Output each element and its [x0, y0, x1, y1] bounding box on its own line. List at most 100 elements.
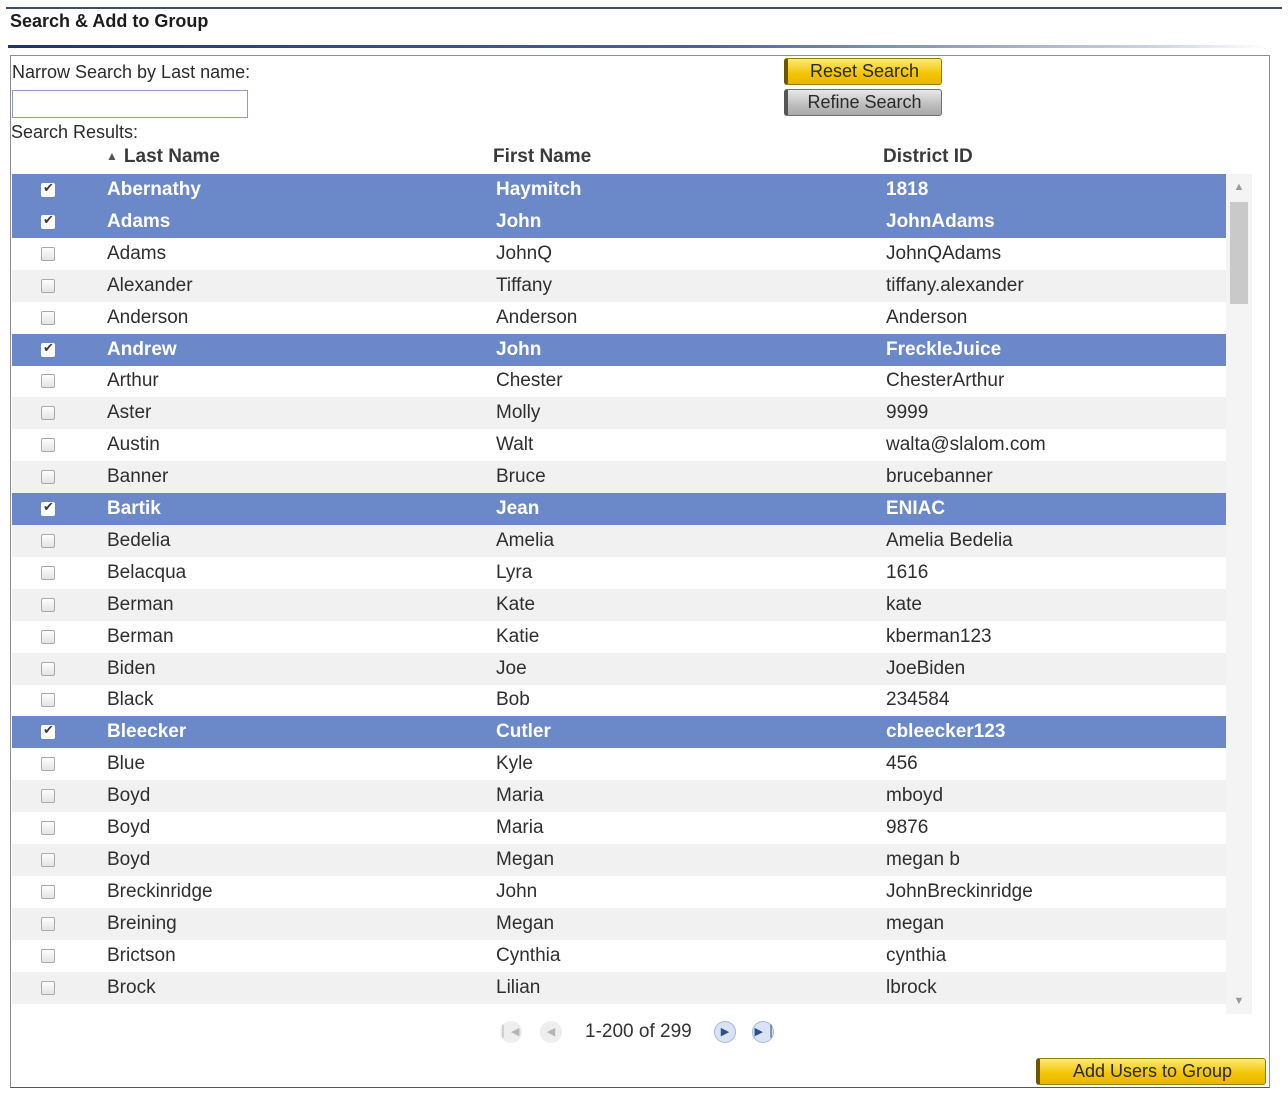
scroll-thumb[interactable]: [1230, 202, 1248, 304]
table-row[interactable]: Breckinridge John JohnBreckinridge: [12, 876, 1226, 908]
cell-first-name: Haymitch: [496, 179, 582, 200]
table-row[interactable]: Black Bob 234584: [12, 684, 1226, 716]
row-checkbox[interactable]: [41, 821, 55, 835]
column-header-last-name-label: Last Name: [123, 146, 220, 167]
column-header-first-name[interactable]: First Name: [493, 146, 591, 168]
table-row[interactable]: Boyd Maria 9876: [12, 812, 1226, 844]
cell-district-id: kberman123: [886, 626, 992, 647]
row-checkbox[interactable]: ✔: [41, 180, 55, 197]
row-checkbox[interactable]: [41, 598, 55, 612]
cell-district-id: JohnQAdams: [886, 243, 1002, 264]
search-results-label: Search Results:: [11, 122, 139, 142]
cell-last-name: Black: [107, 689, 154, 710]
cell-last-name: Boyd: [107, 785, 151, 806]
cell-first-name: Amelia: [496, 530, 555, 551]
table-row[interactable]: Blue Kyle 456: [12, 748, 1226, 780]
cell-first-name: Maria: [496, 817, 544, 838]
last-page-icon[interactable]: ▶▕: [752, 1021, 774, 1043]
row-checkbox[interactable]: [41, 438, 55, 452]
table-row[interactable]: Boyd Megan megan b: [12, 844, 1226, 876]
table-row[interactable]: ✔ Bleecker Cutler cbleecker123: [12, 716, 1252, 748]
pager-range: 1-200 of 299: [585, 1021, 692, 1042]
refine-search-button[interactable]: Refine Search: [784, 89, 942, 116]
cell-last-name: Brictson: [107, 945, 176, 966]
row-checkbox[interactable]: [41, 662, 55, 676]
table-row[interactable]: ✔ Abernathy Haymitch 1818: [12, 174, 1252, 206]
row-checkbox[interactable]: [41, 470, 55, 484]
table-row[interactable]: Adams JohnQ JohnQAdams: [12, 238, 1226, 270]
grid-scrollbar[interactable]: ▲ ▼: [1226, 174, 1252, 1014]
row-checkbox[interactable]: ✔: [41, 722, 55, 739]
table-row[interactable]: Boyd Maria mboyd: [12, 780, 1226, 812]
row-checkbox[interactable]: ✔: [41, 340, 55, 357]
cell-district-id: JohnBreckinridge: [886, 881, 1033, 902]
scroll-down-icon[interactable]: ▼: [1226, 990, 1252, 1012]
table-row[interactable]: Brock Lilian lbrock: [12, 972, 1226, 1004]
table-row[interactable]: Aster Molly 9999: [12, 397, 1226, 429]
table-row[interactable]: Banner Bruce brucebanner: [12, 461, 1226, 493]
cell-last-name: Aster: [107, 402, 152, 423]
cell-last-name: Berman: [107, 594, 174, 615]
table-row[interactable]: Breining Megan megan: [12, 908, 1226, 940]
cell-district-id: 1818: [886, 179, 929, 200]
table-row[interactable]: Berman Kate kate: [12, 589, 1226, 621]
narrow-search-label: Narrow Search by Last name:: [12, 62, 251, 82]
cell-district-id: 9876: [886, 817, 929, 838]
cell-district-id: megan: [886, 913, 945, 934]
cell-last-name: Anderson: [107, 307, 189, 328]
row-checkbox[interactable]: [41, 693, 55, 707]
row-checkbox[interactable]: [41, 789, 55, 803]
scroll-up-icon[interactable]: ▲: [1226, 176, 1252, 198]
row-checkbox[interactable]: [41, 885, 55, 899]
row-checkbox[interactable]: [41, 917, 55, 931]
table-row[interactable]: Anderson Anderson Anderson: [12, 302, 1226, 334]
next-page-icon[interactable]: ▶: [714, 1021, 736, 1043]
row-checkbox[interactable]: [41, 279, 55, 293]
previous-page-icon[interactable]: ◀: [540, 1021, 562, 1043]
table-row[interactable]: ✔ Adams John JohnAdams: [12, 206, 1252, 238]
table-row[interactable]: Berman Katie kberman123: [12, 621, 1226, 653]
column-header-district-id[interactable]: District ID: [883, 146, 973, 168]
row-checkbox[interactable]: [41, 311, 55, 325]
add-users-to-group-button[interactable]: Add Users to Group: [1036, 1058, 1266, 1085]
first-page-icon[interactable]: ▏◀: [500, 1021, 522, 1043]
row-checkbox[interactable]: [41, 757, 55, 771]
cell-first-name: Kyle: [496, 753, 533, 774]
row-checkbox[interactable]: [41, 853, 55, 867]
row-checkbox[interactable]: [41, 374, 55, 388]
row-checkbox[interactable]: [41, 981, 55, 995]
row-checkbox[interactable]: [41, 566, 55, 580]
row-checkbox[interactable]: [41, 949, 55, 963]
column-header-last-name[interactable]: ▲ Last Name: [106, 146, 220, 168]
last-name-search-input[interactable]: [12, 90, 248, 118]
cell-last-name: Brock: [107, 977, 156, 998]
cell-district-id: 1616: [886, 562, 929, 583]
row-checkbox[interactable]: [41, 406, 55, 420]
row-checkbox[interactable]: ✔: [41, 499, 55, 516]
cell-first-name: Jean: [496, 498, 540, 519]
table-row[interactable]: ✔ Andrew John FreckleJuice: [12, 334, 1252, 366]
cell-last-name: Bartik: [107, 498, 161, 519]
table-row[interactable]: Belacqua Lyra 1616: [12, 557, 1226, 589]
cell-last-name: Arthur: [107, 370, 159, 391]
reset-search-button[interactable]: Reset Search: [784, 58, 942, 85]
page-title: Search & Add to Group: [10, 11, 209, 31]
cell-first-name: Lilian: [496, 977, 541, 998]
results-grid: ✔ Abernathy Haymitch 1818 ✔ Adams John JohnAdam…: [12, 174, 1252, 1014]
table-row[interactable]: Alexander Tiffany tiffany.alexander: [12, 270, 1226, 302]
table-row[interactable]: Bedelia Amelia Amelia Bedelia: [12, 525, 1226, 557]
cell-first-name: Molly: [496, 402, 541, 423]
table-row[interactable]: Arthur Chester ChesterArthur: [12, 365, 1226, 397]
cell-district-id: FreckleJuice: [886, 339, 1002, 360]
row-checkbox[interactable]: [41, 630, 55, 644]
table-row[interactable]: Brictson Cynthia cynthia: [12, 940, 1226, 972]
cell-last-name: Banner: [107, 466, 169, 487]
row-checkbox[interactable]: [41, 534, 55, 548]
cell-last-name: Biden: [107, 658, 156, 679]
table-row[interactable]: ✔ Bartik Jean ENIAC: [12, 493, 1252, 525]
table-row[interactable]: Austin Walt walta@slalom.com: [12, 429, 1226, 461]
cell-first-name: Anderson: [496, 307, 578, 328]
row-checkbox[interactable]: ✔: [41, 212, 55, 229]
row-checkbox[interactable]: [41, 247, 55, 261]
table-row[interactable]: Biden Joe JoeBiden: [12, 653, 1226, 685]
